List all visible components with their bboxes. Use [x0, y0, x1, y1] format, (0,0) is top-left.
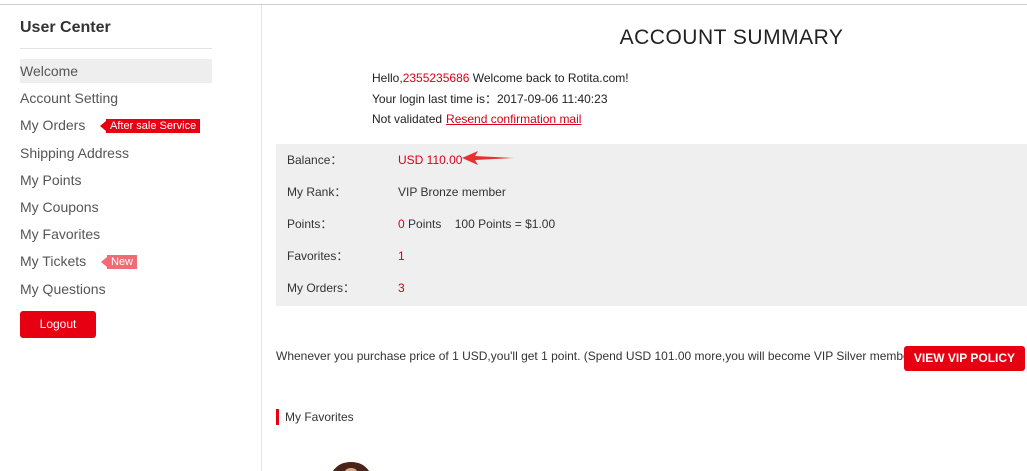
rank-row: My Rank： VIP Bronze member [287, 184, 987, 200]
rank-label: My Rank： [287, 185, 347, 199]
sidebar-item-account-setting[interactable]: Account Setting [20, 86, 212, 110]
last-login-line: Your login last time is：2017-09-06 11:40… [372, 91, 608, 107]
sidebar-item-welcome[interactable]: Welcome [20, 59, 212, 83]
favorite-product-thumbnail[interactable] [331, 461, 371, 471]
resend-confirmation-link[interactable]: Resend confirmation mail [446, 112, 581, 126]
view-vip-policy-button[interactable]: VIEW VIP POLICY [904, 346, 1025, 371]
sidebar-title: User Center [20, 19, 111, 36]
points-unit: Points [404, 217, 442, 231]
sidebar-item-shipping-address[interactable]: Shipping Address [20, 141, 212, 165]
points-value: 0 Points 100 Points = $1.00 [398, 216, 555, 232]
favorites-count-link[interactable]: 1 [398, 248, 405, 264]
user-id: 2355235686 [402, 71, 470, 85]
orders-row: My Orders： 3 [287, 280, 987, 296]
sidebar-item-my-orders[interactable]: My Orders After sale Service [20, 113, 212, 137]
sidebar-item-my-questions[interactable]: My Questions [20, 277, 212, 301]
sidebar-item-my-tickets[interactable]: My Tickets New [20, 249, 212, 273]
vip-points-info: Whenever you purchase price of 1 USD,you… [276, 349, 918, 363]
logout-button[interactable]: Logout [20, 311, 96, 338]
after-sale-service-badge[interactable]: After sale Service [99, 119, 201, 133]
points-rate: 100 Points = $1.00 [454, 217, 556, 231]
sidebar-item-label: My Points [20, 172, 82, 188]
points-label: Points： [287, 217, 333, 231]
new-badge: New [100, 255, 138, 269]
greeting-line: Hello,2355235686 Welcome back to Rotita.… [372, 70, 629, 86]
welcome-text: Welcome back to Rotita.com! [469, 71, 629, 85]
last-login-time: 2017-09-06 11:40:23 [496, 92, 608, 106]
sidebar-item-label: My Questions [20, 281, 106, 297]
sidebar: User Center Welcome Account Setting My O… [0, 5, 262, 471]
rank-value: VIP Bronze member [398, 185, 506, 199]
page-title: ACCOUNT SUMMARY [619, 26, 844, 49]
sidebar-item-label: My Favorites [20, 226, 101, 242]
last-login-label: Your login last time is： [372, 92, 497, 106]
balance-label: Balance： [287, 153, 343, 167]
sidebar-item-label: My Tickets [20, 253, 87, 269]
sidebar-item-my-points[interactable]: My Points [20, 168, 212, 192]
orders-label: My Orders： [287, 281, 356, 295]
validation-line: Not validated Resend confirmation mail [372, 111, 581, 127]
sidebar-item-label: Account Setting [20, 90, 119, 106]
my-favorites-heading: My Favorites [276, 409, 354, 425]
orders-count-link[interactable]: 3 [398, 280, 405, 296]
points-row: Points： 0 Points 100 Points = $1.00 [287, 216, 987, 232]
favorites-label: Favorites： [287, 249, 349, 263]
points-count[interactable]: 0 [398, 217, 405, 231]
not-validated-text: Not validated [372, 112, 443, 126]
balance-row: Balance： USD 110.00 [287, 152, 987, 168]
sidebar-item-my-coupons[interactable]: My Coupons [20, 195, 212, 219]
annotation-arrow [462, 151, 514, 165]
sidebar-item-label: My Coupons [20, 199, 99, 215]
account-summary-panel: Balance： USD 110.00 My Rank： VIP Bronze … [276, 144, 1027, 306]
sidebar-item-label: Shipping Address [20, 145, 129, 161]
sidebar-item-label: Welcome [20, 63, 79, 79]
sidebar-item-label: My Orders [20, 117, 86, 133]
hello-text: Hello, [372, 71, 403, 85]
sidebar-item-my-favorites[interactable]: My Favorites [20, 222, 212, 246]
sidebar-divider [20, 48, 212, 49]
favorites-row: Favorites： 1 [287, 248, 987, 264]
balance-value: USD 110.00 [398, 153, 463, 167]
